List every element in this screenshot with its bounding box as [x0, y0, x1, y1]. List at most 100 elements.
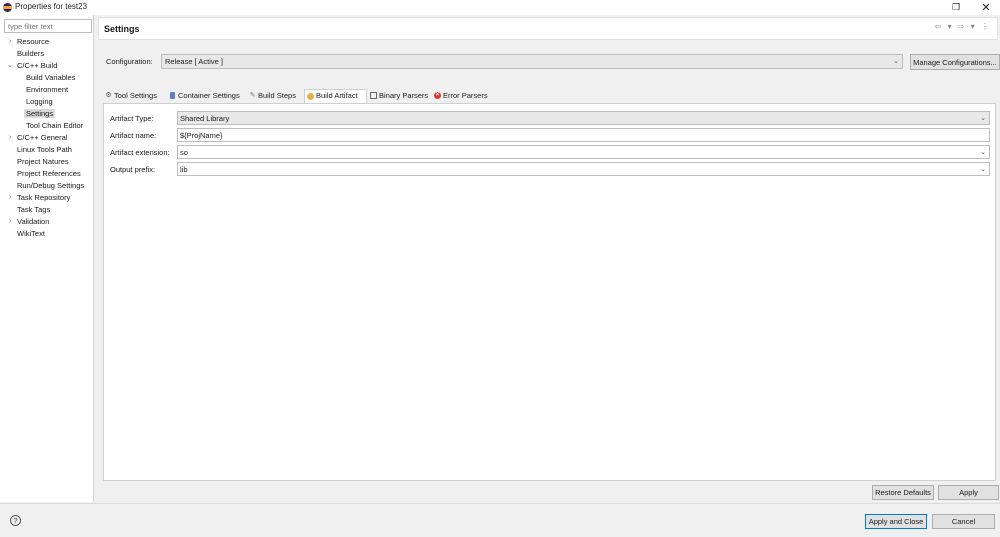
- tree-item-project-references[interactable]: Project References: [0, 168, 94, 180]
- container-icon: [170, 92, 175, 99]
- artifact-extension-row: Artifact extension: so ⌄: [110, 145, 990, 159]
- build-artifact-panel: Artifact Type: Shared Library ⌄ Artifact…: [103, 103, 996, 481]
- restore-defaults-button[interactable]: Restore Defaults: [872, 485, 934, 500]
- tree-item-environment[interactable]: Environment: [0, 84, 94, 96]
- main-content: Settings ⇦ ▾ ⇨ ▾ ⋮ Configuration: Releas…: [98, 15, 1000, 502]
- tree-item-label: Task Tags: [17, 205, 51, 214]
- chevron-down-icon[interactable]: ⌄: [6, 60, 14, 72]
- chevron-down-icon[interactable]: ⌄: [980, 165, 986, 173]
- tree-item-label: Environment: [26, 85, 69, 94]
- error-icon: ×: [434, 92, 441, 99]
- tab-build-artifact[interactable]: Build Artifact: [304, 89, 367, 103]
- tab-binary-parsers[interactable]: Binary Parsers: [368, 89, 430, 103]
- output-prefix-label: Output prefix:: [110, 165, 156, 174]
- artifact-type-select[interactable]: Shared Library ⌄: [177, 111, 990, 125]
- artifact-name-value: ${ProjName}: [180, 131, 223, 140]
- tab-container-settings[interactable]: Container Settings: [167, 89, 245, 103]
- output-prefix-value: lib: [180, 165, 188, 174]
- tree-item-label: Project Natures: [17, 157, 69, 166]
- restore-window-button[interactable]: ❐: [942, 0, 970, 15]
- tree-item-wikitext[interactable]: WikiText: [0, 228, 94, 240]
- tree-item-label: Run/Debug Settings: [17, 181, 85, 190]
- tree-item-label: Build Variables: [26, 73, 76, 82]
- tab-label: Error Parsers: [443, 91, 488, 100]
- tree-item-task-tags[interactable]: Task Tags: [0, 204, 94, 216]
- artifact-name-row: Artifact name: ${ProjName}: [110, 128, 990, 142]
- tab-error-parsers[interactable]: × Error Parsers: [432, 89, 490, 103]
- property-tree: › Resource Builders ⌄ C/C++ Build Build Va…: [0, 36, 94, 240]
- tab-label: Binary Parsers: [379, 91, 429, 100]
- page-title: Settings: [104, 24, 140, 34]
- tree-item-builders[interactable]: Builders: [0, 48, 94, 60]
- tree-item-label: Logging: [26, 97, 53, 106]
- tree-item-label: Resource: [17, 37, 50, 46]
- tree-item-tool-chain-editor[interactable]: Tool Chain Editor: [0, 120, 94, 132]
- tab-tool-settings[interactable]: ⚙ Tool Settings: [103, 89, 165, 103]
- tree-item-label: Settings: [24, 109, 56, 118]
- sidebar: ›Resource Builders ⌄C/C++ Build Build Va…: [0, 15, 94, 502]
- tree-item-validation[interactable]: › Validation: [0, 216, 94, 228]
- tree-item-task-repository[interactable]: › Task Repository: [0, 192, 94, 204]
- apply-button[interactable]: Apply: [938, 485, 999, 500]
- configuration-label: Configuration:: [106, 57, 153, 66]
- tab-label: Build Artifact: [316, 91, 358, 100]
- tree-item-label: Builders: [17, 49, 45, 58]
- tree-item-cpp-general[interactable]: › C/C++ General: [0, 132, 94, 144]
- chevron-right-icon[interactable]: ›: [6, 132, 14, 144]
- tab-label: Build Steps: [258, 91, 296, 100]
- tree-item-linux-tools-path[interactable]: Linux Tools Path: [0, 144, 94, 156]
- output-prefix-row: Output prefix: lib ⌄: [110, 162, 990, 176]
- configuration-row: Configuration: Release [ Active ] ⌄ Mana…: [104, 54, 1000, 70]
- history-nav-icon[interactable]: ⇦ ▾ ⇨ ▾ ⋮: [935, 22, 991, 31]
- footer-divider: [0, 503, 1000, 504]
- artifact-extension-combo[interactable]: so ⌄: [177, 145, 990, 159]
- tab-build-steps[interactable]: ✎ Build Steps: [247, 89, 302, 103]
- manage-configurations-button[interactable]: Manage Configurations...: [910, 54, 1000, 70]
- filter-input[interactable]: [4, 19, 92, 33]
- tree-item-logging[interactable]: Logging: [0, 96, 94, 108]
- artifact-icon: [307, 93, 314, 100]
- tree-item-label: C/C++ General: [17, 133, 68, 142]
- artifact-name-label: Artifact name:: [110, 131, 157, 140]
- chevron-down-icon[interactable]: ⌄: [980, 114, 986, 122]
- tree-item-label: Project References: [17, 169, 81, 178]
- wrench-icon: ✎: [249, 92, 256, 99]
- tree-item-label: WikiText: [17, 229, 45, 238]
- chevron-right-icon[interactable]: ›: [6, 36, 14, 48]
- chevron-down-icon[interactable]: ⌄: [980, 148, 986, 156]
- page-header: Settings ⇦ ▾ ⇨ ▾ ⋮: [98, 17, 998, 40]
- apply-and-close-button[interactable]: Apply and Close: [865, 514, 927, 529]
- chevron-right-icon[interactable]: ›: [6, 192, 14, 204]
- output-prefix-combo[interactable]: lib ⌄: [177, 162, 990, 176]
- gear-icon: ⚙: [105, 92, 112, 99]
- tree-item-build-variables[interactable]: Build Variables: [0, 72, 94, 84]
- configuration-value: Release [ Active ]: [165, 57, 223, 66]
- tree-item-label: C/C++ Build: [17, 61, 58, 70]
- configuration-select[interactable]: Release [ Active ] ⌄: [161, 54, 903, 69]
- title-bar: Properties for test23 ❐ ✕: [0, 0, 1000, 15]
- tree-item-label: Linux Tools Path: [17, 145, 72, 154]
- window-title: Properties for test23: [15, 2, 88, 11]
- chevron-right-icon[interactable]: ›: [6, 216, 14, 228]
- close-window-button[interactable]: ✕: [972, 0, 1000, 15]
- tree-item-run-debug-settings[interactable]: Run/Debug Settings: [0, 180, 94, 192]
- artifact-name-field[interactable]: ${ProjName}: [177, 128, 990, 142]
- tree-item-project-natures[interactable]: Project Natures: [0, 156, 94, 168]
- tree-item-settings[interactable]: Settings: [0, 108, 94, 120]
- artifact-extension-label: Artifact extension:: [110, 148, 170, 157]
- tree-item-label: Tool Chain Editor: [26, 121, 84, 130]
- tree-item-resource[interactable]: › Resource: [0, 36, 94, 48]
- artifact-type-value: Shared Library: [180, 114, 230, 123]
- tab-label: Tool Settings: [114, 91, 157, 100]
- tree-item-label: Validation: [17, 217, 50, 226]
- settings-tabs: ⚙ Tool Settings Container Settings ✎ Build…: [103, 89, 995, 103]
- help-icon[interactable]: ?: [10, 515, 21, 526]
- chevron-down-icon[interactable]: ⌄: [893, 57, 899, 65]
- artifact-type-row: Artifact Type: Shared Library ⌄: [110, 111, 990, 125]
- artifact-type-label: Artifact Type:: [110, 114, 154, 123]
- tab-label: Container Settings: [178, 91, 240, 100]
- cancel-button[interactable]: Cancel: [932, 514, 995, 529]
- eclipse-logo-icon: [3, 3, 12, 12]
- tree-item-label: Task Repository: [17, 193, 71, 202]
- tree-item-cpp-build[interactable]: ⌄ C/C++ Build: [0, 60, 94, 72]
